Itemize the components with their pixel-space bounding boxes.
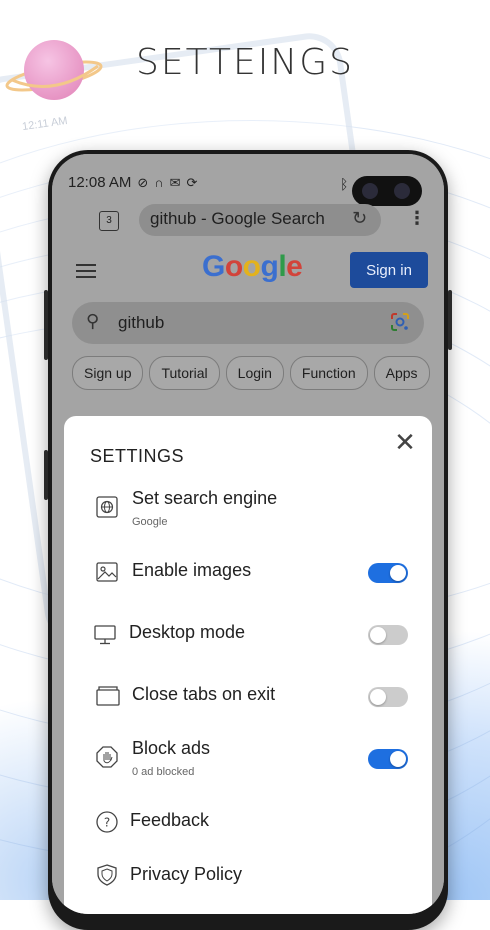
setting-privacy-policy[interactable]: Privacy Policy <box>84 864 414 890</box>
search-chips: Sign up Tutorial Login Function Apps <box>72 356 430 390</box>
reload-icon[interactable]: ↻ <box>352 208 367 229</box>
globe-icon <box>96 496 118 518</box>
setting-enable-images: Enable images <box>84 560 414 586</box>
chip[interactable]: Tutorial <box>149 356 220 390</box>
tab-count-button[interactable]: 3 <box>99 211 119 231</box>
setting-close-tabs: Close tabs on exit <box>84 684 414 710</box>
mail-icon: ✉ <box>169 174 181 190</box>
browser-page: 12:08 AM ⊘ ∩ ✉ ⟳ ᛒ 3 github - Google Sea… <box>52 154 444 914</box>
close-icon[interactable]: ✕ <box>392 430 418 456</box>
shield-icon <box>97 864 117 886</box>
setting-label: Block ads <box>132 738 211 758</box>
setting-desktop-mode: Desktop mode <box>84 622 414 648</box>
setting-label: Enable images <box>132 560 252 580</box>
mute-icon: ⊘ <box>137 174 149 190</box>
hamburger-menu-icon[interactable] <box>76 260 96 282</box>
chip[interactable]: Function <box>289 356 368 390</box>
camera-cutout <box>352 176 422 206</box>
setting-feedback[interactable]: ? Feedback <box>84 810 414 836</box>
phone-screen: 12:08 AM ⊘ ∩ ✉ ⟳ ᛒ 3 github - Google Sea… <box>52 154 444 914</box>
sign-in-button[interactable]: Sign in <box>350 252 428 288</box>
google-logo-letter: e <box>286 250 303 283</box>
status-time: 12:08 AM <box>68 174 132 191</box>
image-icon <box>96 562 118 582</box>
enable-images-toggle[interactable] <box>368 563 408 583</box>
google-logo-letter: l <box>278 250 287 283</box>
setting-label: Close tabs on exit <box>132 684 276 704</box>
setting-sublabel: Google <box>132 516 168 528</box>
desktop-mode-toggle[interactable] <box>368 625 408 645</box>
chip[interactable]: Apps <box>373 356 430 390</box>
setting-search-engine[interactable]: Set search engine Google <box>84 488 414 532</box>
phone-side-button <box>44 290 48 360</box>
phone-side-button <box>44 450 48 500</box>
setting-label: Privacy Policy <box>130 864 243 884</box>
google-lens-icon[interactable] <box>390 312 410 332</box>
chip[interactable]: Sign up <box>72 356 144 390</box>
question-icon: ? <box>96 811 118 833</box>
url-text: github - Google Search <box>150 209 325 228</box>
block-ads-toggle[interactable] <box>368 749 408 769</box>
setting-label: Desktop mode <box>129 622 246 642</box>
svg-text:?: ? <box>104 816 110 830</box>
setting-label: Set search engine <box>132 488 278 508</box>
bluetooth-icon: ᛒ <box>340 176 349 192</box>
search-icon: ⚲ <box>86 311 100 331</box>
search-box[interactable]: ⚲ github <box>72 302 424 344</box>
tabs-icon <box>96 686 120 706</box>
monitor-icon <box>94 625 116 645</box>
settings-sheet: SETTINGS ✕ Set search engine Google Enab… <box>64 416 432 914</box>
hand-stop-icon <box>96 746 118 768</box>
chip[interactable]: Login <box>225 356 284 390</box>
google-logo-letter: G <box>202 250 225 283</box>
phone-side-button <box>448 290 452 350</box>
more-menu-icon[interactable]: ⋮ <box>408 208 426 229</box>
setting-label: Feedback <box>130 810 210 830</box>
google-logo-letter: o <box>224 250 243 283</box>
status-bar: 12:08 AM ⊘ ∩ ✉ ⟳ <box>68 174 197 191</box>
google-logo-letter: g <box>260 250 279 283</box>
settings-title: SETTINGS <box>90 446 185 466</box>
page-title: SETTEINGS <box>136 42 354 83</box>
google-logo: Google <box>202 250 303 284</box>
headphones-icon: ∩ <box>154 175 164 190</box>
search-query: github <box>118 313 165 332</box>
setting-block-ads: Block ads 0 ad blocked <box>84 738 414 782</box>
sync-icon: ⟳ <box>186 174 198 190</box>
close-tabs-toggle[interactable] <box>368 687 408 707</box>
google-logo-letter: o <box>242 250 261 283</box>
setting-sublabel: 0 ad blocked <box>132 766 195 778</box>
browser-toolbar: 3 github - Google Search ↻ ⋮ <box>64 204 432 238</box>
